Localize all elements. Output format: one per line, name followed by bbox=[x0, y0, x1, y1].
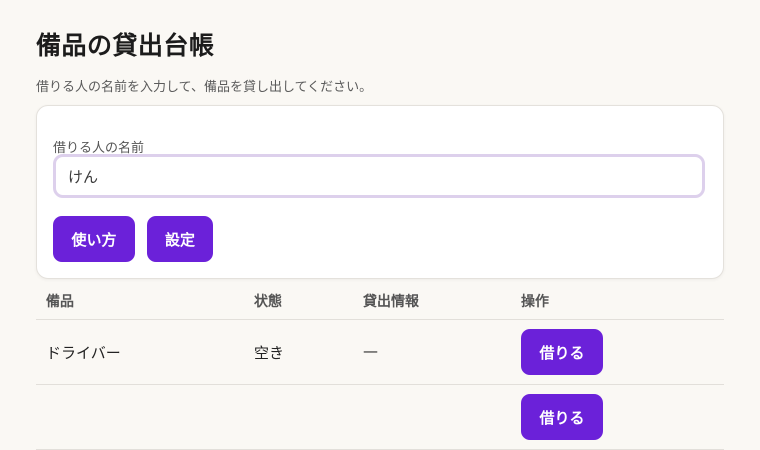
borrower-name-input[interactable] bbox=[53, 154, 705, 198]
page-title: 備品の貸出台帳 bbox=[36, 31, 215, 60]
borrow-button[interactable]: 借りる bbox=[521, 329, 603, 375]
column-header-action: 操作 bbox=[521, 294, 549, 310]
equipment-table: 備品 状態 貸出情報 操作 ドライバー 空き — 借りる 借りる bbox=[36, 282, 724, 450]
page-subtitle: 借りる人の名前を入力して、備品を貸し出してください。 bbox=[36, 80, 373, 95]
borrower-card: 借りる人の名前 使い方 設定 bbox=[36, 105, 724, 279]
borrow-button[interactable]: 借りる bbox=[521, 394, 603, 440]
column-header-item: 備品 bbox=[46, 294, 74, 310]
item-loan-info: — bbox=[363, 342, 378, 360]
settings-button[interactable]: 設定 bbox=[147, 216, 213, 262]
usage-button[interactable]: 使い方 bbox=[53, 216, 135, 262]
column-header-loan-info: 貸出情報 bbox=[363, 294, 419, 310]
table-row: 借りる bbox=[36, 385, 724, 450]
column-header-status: 状態 bbox=[254, 294, 282, 310]
item-name: ドライバー bbox=[46, 344, 121, 362]
table-header: 備品 状態 貸出情報 操作 bbox=[36, 282, 724, 320]
table-row: ドライバー 空き — 借りる bbox=[36, 320, 724, 385]
item-status: 空き bbox=[254, 344, 285, 362]
